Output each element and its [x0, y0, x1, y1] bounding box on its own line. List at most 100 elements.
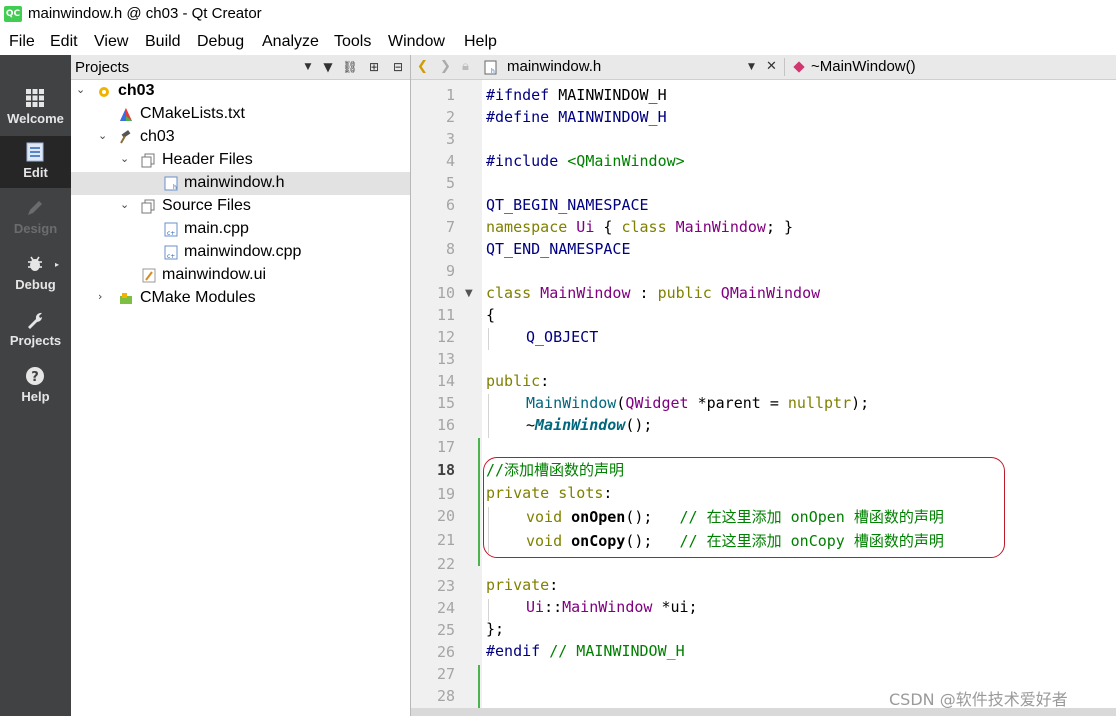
mode-help[interactable]: ? Help — [0, 360, 71, 412]
tree-item-cmakelists[interactable]: CMakeLists.txt — [71, 103, 410, 126]
line-number: 13 — [436, 350, 455, 368]
mode-welcome[interactable]: Welcome — [0, 82, 71, 134]
filter-icon[interactable]: ▼ — [320, 59, 336, 75]
tree-item-mainwindow-h[interactable]: h mainwindow.h — [71, 172, 410, 195]
tree-item-main-cpp[interactable]: c+ main.cpp — [71, 218, 410, 241]
project-tree: ⌄ ch03 CMakeLists.txt ⌄ ch03 ⌄ Header Fi… — [71, 80, 410, 716]
tree-label: mainwindow.ui — [162, 266, 267, 283]
code-token: }; — [486, 620, 505, 638]
menu-help[interactable]: Help — [464, 33, 497, 51]
line-number: 4 — [445, 152, 455, 170]
code-editor[interactable]: #ifndef MAINWINDOW_H #define MAINWINDOW_… — [482, 80, 1116, 708]
macro-token: MAINWINDOW_H — [549, 108, 667, 126]
tree-label: mainwindow.h — [184, 174, 285, 191]
expand-arrow-icon[interactable]: › — [98, 290, 110, 304]
macro-token: QT_BEGIN_NAMESPACE — [486, 196, 649, 214]
collapse-arrow-icon[interactable]: ⌄ — [120, 152, 132, 166]
tree-label: ch03 — [140, 128, 175, 145]
tree-item-source-files[interactable]: ⌄ Source Files — [71, 195, 410, 218]
line-number: 11 — [436, 306, 455, 324]
menu-file[interactable]: File — [9, 33, 35, 51]
close-document-icon[interactable]: ✕ — [766, 59, 777, 74]
mode-debug[interactable]: ▸ Debug — [0, 248, 71, 300]
tree-item-mainwindow-ui[interactable]: mainwindow.ui — [71, 264, 410, 287]
link-with-editor-icon[interactable]: ⛓ — [342, 59, 358, 75]
code-token: ; } — [765, 218, 794, 236]
code-line: ~MainWindow(); — [526, 416, 652, 434]
tree-label: CMakeLists.txt — [140, 105, 245, 122]
line-number: 27 — [436, 665, 455, 683]
svg-text:h: h — [491, 68, 495, 75]
code-line: #endif // MAINWINDOW_H — [486, 642, 685, 660]
tree-item-project[interactable]: ⌄ ch03 — [71, 80, 410, 103]
mode-design[interactable]: Design — [0, 192, 71, 244]
keyword-token: public — [657, 284, 712, 302]
line-number: 17 — [436, 438, 455, 456]
current-symbol[interactable]: ~MainWindow() — [811, 58, 916, 75]
menu-build[interactable]: Build — [145, 33, 181, 51]
menu-analyze[interactable]: Analyze — [262, 33, 319, 51]
view-selector-dropdown-icon[interactable]: ▼ — [300, 59, 316, 75]
code-line: { — [486, 306, 495, 324]
code-token: ( — [616, 394, 626, 412]
tree-item-header-files[interactable]: ⌄ Header Files — [71, 149, 410, 172]
line-number-current: 18 — [436, 461, 455, 479]
collapse-arrow-icon[interactable]: ⌄ — [98, 129, 110, 143]
line-number: 24 — [436, 599, 455, 617]
change-marker — [478, 665, 480, 708]
mode-design-label: Design — [13, 221, 58, 236]
code-token: : — [549, 576, 559, 594]
preprocessor-directive: #include — [486, 152, 559, 170]
code-line: MainWindow(QWidget *parent = nullptr); — [526, 394, 869, 412]
projects-panel-title: Projects — [75, 59, 130, 76]
menu-window[interactable]: Window — [388, 33, 445, 51]
line-number: 7 — [445, 218, 455, 236]
macro-token: Q_OBJECT — [526, 328, 599, 346]
mode-edit[interactable]: Edit — [0, 136, 71, 188]
line-number: 14 — [436, 372, 455, 390]
macro-token: QT_END_NAMESPACE — [486, 240, 631, 258]
tree-label: CMake Modules — [140, 289, 256, 306]
code-token: :: — [544, 598, 563, 616]
line-number: 19 — [436, 485, 455, 503]
menu-tools[interactable]: Tools — [334, 33, 371, 51]
menu-debug[interactable]: Debug — [197, 33, 244, 51]
toolbar-separator — [784, 58, 785, 76]
back-arrow-icon[interactable]: ❮ — [417, 59, 428, 74]
code-line: #define MAINWINDOW_H — [486, 108, 667, 126]
title-bar: QC mainwindow.h @ ch03 - Qt Creator — [0, 0, 1116, 30]
menu-edit[interactable]: Edit — [50, 33, 78, 51]
type-token: MainWindow — [666, 218, 766, 236]
code-token: : — [540, 372, 550, 390]
mode-projects[interactable]: Projects — [0, 304, 71, 356]
open-document-name[interactable]: mainwindow.h — [507, 58, 601, 75]
close-panel-icon[interactable]: ⊟ — [390, 59, 406, 75]
tree-item-target[interactable]: ⌄ ch03 — [71, 126, 410, 149]
code-line: private: — [486, 576, 558, 594]
line-number: 21 — [436, 531, 455, 549]
tree-item-cmake-modules[interactable]: › CMake Modules — [71, 287, 410, 310]
forward-arrow-icon[interactable]: ❯ — [440, 59, 451, 74]
code-token: *ui; — [652, 598, 698, 616]
cmake-modules-icon — [120, 293, 132, 304]
code-line: Ui::MainWindow *ui; — [526, 598, 698, 616]
folder-files-icon — [141, 153, 155, 168]
document-dropdown-icon[interactable]: ▼ — [748, 62, 755, 72]
collapse-arrow-icon[interactable]: ⌄ — [120, 198, 132, 212]
line-number-gutter: 1 2 3 4 5 6 7 8 9 10 ▼ 11 12 13 14 15 16… — [411, 80, 482, 708]
code-line: namespace Ui { class MainWindow; } — [486, 218, 793, 236]
mode-welcome-label: Welcome — [7, 111, 64, 126]
cmake-project-icon — [99, 87, 109, 97]
split-icon[interactable]: ⊞ — [366, 59, 382, 75]
code-line: QT_END_NAMESPACE — [486, 240, 631, 258]
tree-label: ch03 — [118, 82, 155, 99]
collapse-arrow-icon[interactable]: ⌄ — [76, 83, 88, 97]
bug-icon — [28, 256, 42, 271]
code-line: }; — [486, 620, 504, 638]
menu-view[interactable]: View — [94, 33, 128, 51]
menu-bar: File Edit View Build Debug Analyze Tools… — [0, 30, 1116, 55]
line-number: 20 — [436, 507, 455, 525]
help-icon: ? — [26, 367, 44, 385]
fold-marker-icon[interactable]: ▼ — [465, 288, 473, 299]
tree-item-mainwindow-cpp[interactable]: c+ mainwindow.cpp — [71, 241, 410, 264]
